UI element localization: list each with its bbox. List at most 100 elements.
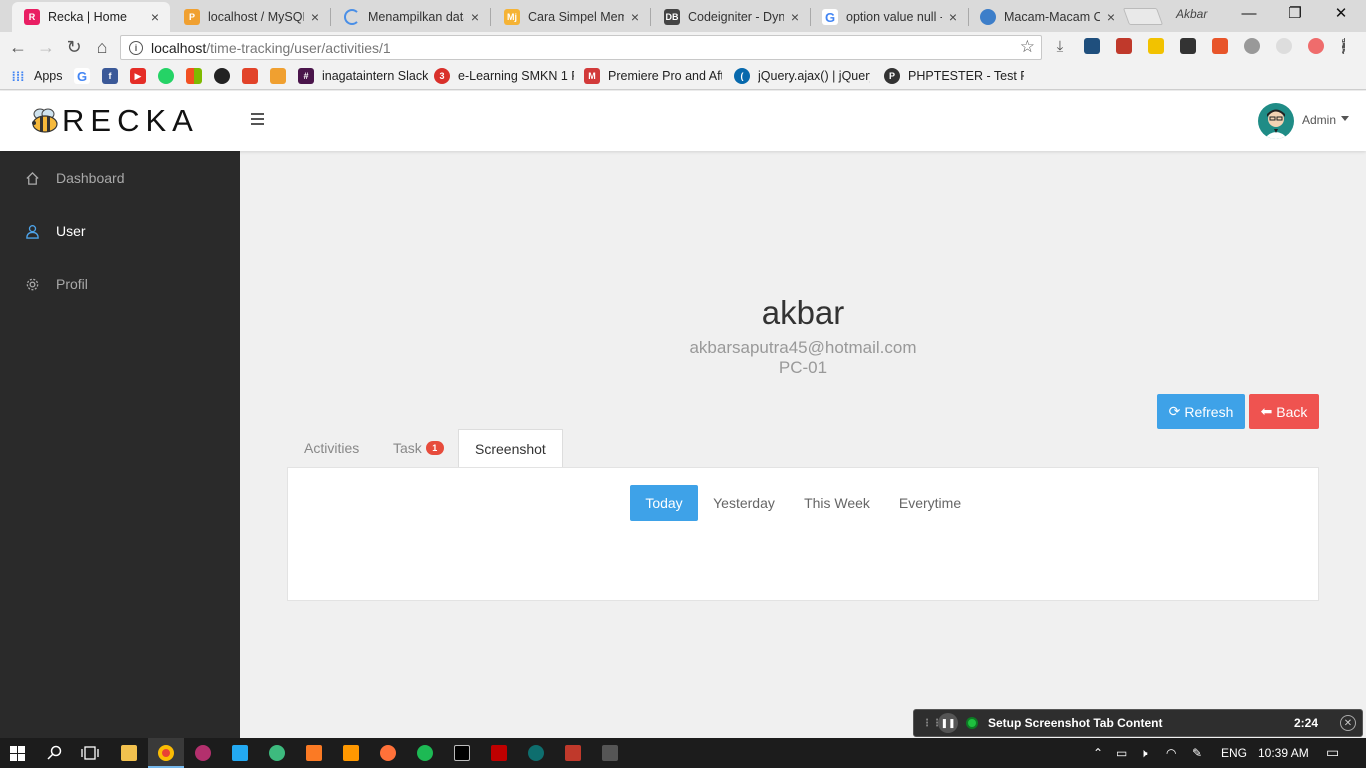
extension-v-icon[interactable] bbox=[1148, 38, 1164, 54]
search-icon[interactable] bbox=[47, 745, 63, 761]
system-clock[interactable]: 10:39 AM bbox=[1258, 746, 1309, 760]
sublime-text-icon[interactable] bbox=[343, 745, 359, 761]
back-button[interactable]: ⬅ Back bbox=[1249, 394, 1319, 429]
restore-button[interactable]: ❐ bbox=[1280, 4, 1310, 24]
close-window-button[interactable]: ✕ bbox=[1326, 4, 1356, 24]
back-arrow-icon[interactable]: ← bbox=[7, 37, 29, 57]
chrome-menu-icon[interactable] bbox=[1342, 38, 1346, 54]
close-tab-icon[interactable]: × bbox=[946, 9, 960, 25]
sidebar-item-profil[interactable]: Profil bbox=[0, 264, 240, 304]
pen-icon[interactable]: ✎ bbox=[1192, 746, 1202, 760]
browser-tab-cara-simpel[interactable]: Mj Cara Simpel Memb × bbox=[492, 2, 650, 32]
admin-avatar[interactable] bbox=[1258, 103, 1294, 139]
bookmark-slack[interactable]: # inagataintern Slack bbox=[298, 68, 428, 84]
extension-m-icon[interactable] bbox=[1244, 38, 1260, 54]
mj-favicon-icon: Mj bbox=[504, 9, 520, 25]
volume-icon[interactable]: 🕨 bbox=[1140, 746, 1148, 761]
bookmark-gitlab[interactable] bbox=[242, 68, 266, 84]
firefox-icon[interactable] bbox=[380, 745, 396, 761]
app-icon[interactable] bbox=[565, 745, 581, 761]
bookmark-phpmyadmin[interactable] bbox=[270, 68, 294, 84]
filezilla-icon[interactable] bbox=[491, 745, 507, 761]
browser-tab-option-value[interactable]: G option value null - × bbox=[810, 2, 968, 32]
refresh-button[interactable]: ⟳ Refresh bbox=[1157, 394, 1245, 429]
vscode-icon[interactable] bbox=[232, 745, 248, 761]
tab-task[interactable]: Task 1 bbox=[393, 429, 444, 467]
bookmark-youtube[interactable]: ▶ bbox=[130, 68, 154, 84]
wifi-icon[interactable]: ◠ bbox=[1166, 746, 1176, 760]
xampp-icon[interactable] bbox=[269, 745, 285, 761]
filter-today[interactable]: Today bbox=[630, 485, 698, 521]
tab-activities[interactable]: Activities bbox=[304, 429, 359, 467]
file-explorer-icon[interactable] bbox=[121, 745, 137, 761]
cmd-icon[interactable] bbox=[454, 745, 470, 761]
extension-dots-icon[interactable] bbox=[1180, 38, 1196, 54]
chrome-icon[interactable] bbox=[158, 745, 174, 761]
home-icon[interactable]: ⌂ bbox=[91, 37, 113, 57]
app-icon[interactable] bbox=[528, 745, 544, 761]
language-indicator[interactable]: ENG bbox=[1221, 746, 1247, 760]
filter-yesterday[interactable]: Yesterday bbox=[706, 485, 782, 521]
close-tab-icon[interactable]: × bbox=[308, 9, 322, 25]
bookmark-phptester[interactable]: P PHPTESTER - Test PH bbox=[884, 68, 1024, 84]
bookmark-premiere[interactable]: M Premiere Pro and Aft bbox=[584, 68, 722, 84]
chrome-profile-name[interactable]: Akbar bbox=[1176, 7, 1207, 21]
battery-icon[interactable]: ▭ bbox=[1116, 746, 1127, 760]
notification-icon[interactable]: ▭ bbox=[1326, 744, 1339, 761]
menu-toggle-icon[interactable] bbox=[251, 113, 265, 129]
site-info-icon[interactable]: i bbox=[129, 40, 143, 55]
extension-screenshot-icon[interactable] bbox=[1084, 38, 1100, 54]
app-icon[interactable] bbox=[195, 745, 211, 761]
avatar-icon bbox=[1264, 109, 1288, 139]
bookmark-jquery[interactable]: ( jQuery.ajax() | jQuery bbox=[734, 68, 870, 84]
app-icon[interactable] bbox=[602, 745, 618, 761]
task-view-icon[interactable] bbox=[81, 746, 99, 760]
close-tab-icon[interactable]: × bbox=[148, 9, 162, 25]
sidebar-item-dashboard[interactable]: Dashboard bbox=[0, 158, 240, 198]
forward-arrow-icon[interactable]: → bbox=[35, 37, 57, 57]
browser-tab-recka[interactable]: R Recka | Home × bbox=[12, 2, 170, 32]
browser-tab-codeigniter[interactable]: DB Codeigniter - Dyna × bbox=[652, 2, 810, 32]
bookmark-google[interactable]: G bbox=[74, 68, 98, 84]
new-tab-button[interactable] bbox=[1122, 8, 1164, 25]
close-tab-icon[interactable]: × bbox=[788, 9, 802, 25]
caret-down-icon[interactable] bbox=[1341, 116, 1349, 121]
bookmark-star-icon[interactable]: ☆ bbox=[1020, 37, 1035, 57]
bookmark-facebook[interactable]: f bbox=[102, 68, 126, 84]
pause-icon[interactable]: ❚❚ bbox=[938, 713, 958, 733]
tray-chevron-icon[interactable]: ⌃ bbox=[1093, 746, 1103, 760]
tab-screenshot[interactable]: Screenshot bbox=[458, 429, 563, 468]
loading-spinner-icon bbox=[344, 9, 360, 25]
filter-label: Yesterday bbox=[713, 495, 775, 511]
close-tab-icon[interactable]: × bbox=[1104, 9, 1118, 25]
spotify-icon[interactable] bbox=[417, 745, 433, 761]
minimize-button[interactable]: — bbox=[1234, 4, 1264, 24]
bookmark-whatsapp[interactable] bbox=[158, 68, 182, 84]
app-header: RECKA Admin bbox=[0, 91, 1366, 151]
browser-tab-phpmyadmin[interactable]: P localhost / MySQL × bbox=[172, 2, 330, 32]
drag-handle-icon[interactable]: ⋮⋮ bbox=[922, 718, 942, 729]
recka-logo[interactable]: RECKA bbox=[30, 103, 199, 139]
browser-tab-menampilkan[interactable]: Menampilkan data × bbox=[332, 2, 490, 32]
filter-everytime[interactable]: Everytime bbox=[890, 485, 970, 521]
close-tab-icon[interactable]: × bbox=[628, 9, 642, 25]
xampp-control-icon[interactable] bbox=[306, 745, 322, 761]
address-bar[interactable]: i localhost/time-tracking/user/activitie… bbox=[120, 35, 1042, 60]
bookmark-elearning[interactable]: 3 e-Learning SMKN 1 P bbox=[434, 68, 574, 84]
close-icon[interactable]: ✕ bbox=[1340, 715, 1356, 731]
download-icon[interactable]: ⤓ bbox=[1049, 37, 1071, 57]
filter-this-week[interactable]: This Week bbox=[796, 485, 878, 521]
extension-gray-icon[interactable] bbox=[1276, 38, 1292, 54]
close-tab-icon[interactable]: × bbox=[468, 9, 482, 25]
sidebar-item-user[interactable]: User bbox=[0, 211, 240, 251]
windows-start-icon[interactable] bbox=[10, 746, 25, 761]
bookmark-microsoft[interactable] bbox=[186, 68, 210, 84]
bookmark-apps[interactable]: ⁞⁞⁞ Apps bbox=[10, 68, 63, 84]
extension-pocket-icon[interactable] bbox=[1308, 38, 1324, 54]
bookmark-github[interactable] bbox=[214, 68, 238, 84]
reload-icon[interactable]: ↻ bbox=[63, 37, 85, 57]
browser-tab-macam-macam[interactable]: Macam-Macam O × bbox=[968, 2, 1126, 32]
extension-people-icon[interactable] bbox=[1116, 38, 1132, 54]
admin-menu-label[interactable]: Admin bbox=[1302, 113, 1336, 127]
extension-flower-icon[interactable] bbox=[1212, 38, 1228, 54]
